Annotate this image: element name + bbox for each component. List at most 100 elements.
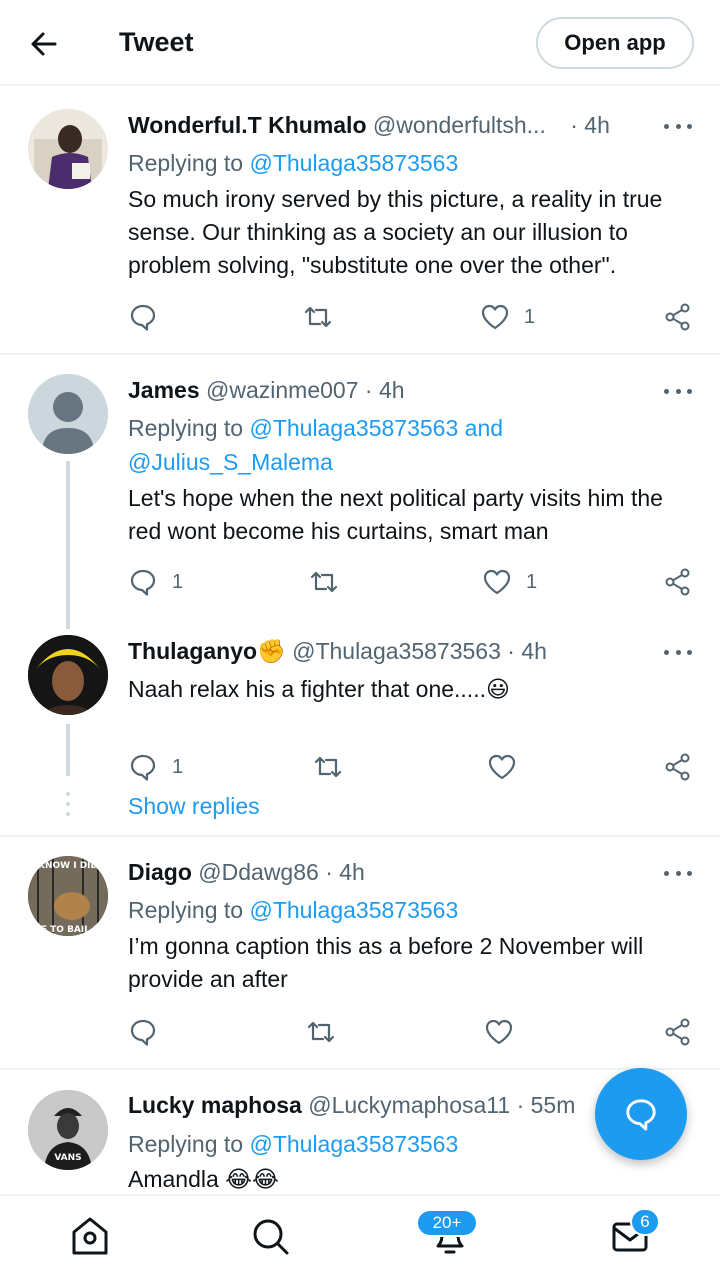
avatar[interactable]: KNOW I DID VE TO BAIL M — [28, 856, 108, 936]
avatar-photo: KNOW I DID VE TO BAIL M — [28, 856, 108, 936]
reply-icon — [130, 1019, 156, 1046]
like-count: 1 — [524, 305, 536, 328]
avatar[interactable] — [28, 109, 108, 189]
more-options-icon[interactable] — [664, 868, 692, 878]
tweet-diago[interactable]: KNOW I DID VE TO BAIL M Diago @Ddawg86 ·… — [0, 837, 720, 1068]
heart-icon — [488, 754, 516, 780]
avatar-photo — [28, 635, 108, 715]
more-options-icon[interactable] — [664, 647, 692, 657]
share-action[interactable] — [663, 1017, 693, 1047]
share-icon — [665, 753, 690, 781]
mention-link[interactable]: @Thulaga35873563 — [249, 150, 458, 176]
tweet-header: Thulaganyo✊ @Thulaga35873563 · 4h — [128, 638, 547, 665]
reply-count: 1 — [172, 570, 184, 593]
mention-link[interactable]: @Thulaga35873563 and — [249, 415, 503, 441]
user-handle[interactable]: @wazinme007 — [206, 377, 358, 403]
display-name[interactable]: Wonderful.T Khumalo — [128, 112, 367, 138]
smiley-emoji: 😃 — [485, 676, 510, 702]
compose-reply-button[interactable] — [595, 1068, 687, 1160]
replying-to-label: Replying to — [128, 1131, 250, 1157]
user-handle[interactable]: @wonderfultsh... — [373, 112, 546, 138]
share-action[interactable] — [663, 302, 693, 332]
thread-dots — [66, 792, 70, 822]
search-icon[interactable] — [250, 1214, 290, 1258]
tweet-text-body: Naah relax his a fighter that one..... — [128, 676, 486, 702]
show-replies-link[interactable]: Show replies — [128, 793, 260, 820]
shirt-text: VANS — [54, 1153, 81, 1163]
share-action[interactable] — [663, 567, 693, 597]
tweet-time: · 4h — [570, 112, 610, 138]
replying-to: Replying to @Thulaga35873563 — [128, 1127, 458, 1161]
tweet-text: I’m gonna caption this as a before 2 Nov… — [128, 933, 644, 992]
mention-link[interactable]: @Thulaga35873563 — [249, 1131, 458, 1157]
tweet-header: Diago @Ddawg86 · 4h — [128, 859, 365, 886]
display-name[interactable]: Lucky maphosa — [128, 1092, 302, 1118]
open-app-button[interactable]: Open app — [536, 17, 694, 69]
tweet-time: · 4h — [325, 859, 365, 885]
replying-to: Replying to @Thulaga35873563 and @Julius… — [128, 411, 503, 479]
reply-action[interactable]: 1 — [128, 752, 183, 782]
replying-to-label: Replying to — [128, 415, 250, 441]
page-title: Tweet — [119, 27, 194, 57]
laughing-emoji: 😂😂 — [225, 1166, 279, 1192]
like-action[interactable] — [487, 752, 517, 782]
like-action[interactable]: 1 — [482, 567, 537, 597]
avatar-photo: VANS — [28, 1090, 108, 1170]
display-name[interactable]: Thulaganyo — [128, 638, 257, 664]
retweet-action[interactable] — [306, 1017, 336, 1047]
reply-bubble-icon — [626, 1099, 656, 1131]
more-options-icon[interactable] — [664, 121, 692, 131]
retweet-icon — [304, 306, 332, 328]
display-name[interactable]: Diago — [128, 859, 192, 885]
like-count: 1 — [526, 570, 538, 593]
avatar-photo — [28, 109, 108, 189]
mention-link-2[interactable]: @Julius_S_Malema — [128, 449, 333, 475]
back-arrow-icon[interactable] — [28, 28, 60, 60]
user-handle[interactable]: @Ddawg86 — [198, 859, 319, 885]
tweet-time: · 4h — [507, 638, 547, 664]
reply-action[interactable]: 1 — [128, 567, 183, 597]
reply-icon — [130, 754, 156, 781]
bottom-nav: 20+ 6 — [0, 1194, 720, 1280]
avatar[interactable] — [28, 635, 108, 715]
messages-badge: 6 — [630, 1208, 660, 1236]
replying-to: Replying to @Thulaga35873563 — [128, 146, 458, 180]
like-action[interactable] — [484, 1017, 514, 1047]
tweet-header: James @wazinme007 · 4h — [128, 377, 405, 404]
tweet-thulaganyo[interactable]: Thulaganyo✊ @Thulaga35873563 · 4h Naah r… — [0, 613, 720, 783]
display-name[interactable]: James — [128, 377, 200, 403]
heart-icon — [485, 1019, 513, 1045]
avatar[interactable]: VANS — [28, 1090, 108, 1170]
like-action[interactable]: 1 — [480, 302, 535, 332]
home-icon[interactable] — [70, 1214, 110, 1258]
more-options-icon[interactable] — [664, 386, 692, 396]
retweet-action[interactable] — [303, 302, 333, 332]
user-handle[interactable]: @Luckymaphosa11 — [308, 1092, 510, 1118]
reply-icon — [130, 304, 156, 331]
tweet-header: Lucky maphosa @Luckymaphosa11 · 55m — [128, 1092, 575, 1119]
replying-to-label: Replying to — [128, 897, 250, 923]
thread-connector — [66, 724, 70, 776]
heart-icon — [481, 304, 509, 330]
share-icon — [665, 303, 690, 331]
avatar[interactable] — [28, 374, 108, 454]
tweet-text: Naah relax his a fighter that one.....😃 — [128, 673, 698, 706]
tweet-text: So much irony served by this picture, a … — [128, 186, 663, 278]
reply-action[interactable] — [128, 302, 158, 332]
retweet-action[interactable] — [309, 567, 339, 597]
share-action[interactable] — [663, 752, 693, 782]
retweet-action[interactable] — [313, 752, 343, 782]
share-icon — [665, 568, 690, 596]
reply-action[interactable] — [128, 1017, 158, 1047]
tweet-wonderful[interactable]: Wonderful.T Khumalo @wonderfultsh... · 4… — [0, 86, 720, 354]
top-bar: Tweet Open app — [0, 0, 720, 86]
user-handle[interactable]: @Thulaga35873563 — [292, 638, 501, 664]
meme-top-text: KNOW I DID — [38, 861, 98, 871]
mention-link[interactable]: @Thulaga35873563 — [249, 897, 458, 923]
tweet-text: Let's hope when the next political party… — [128, 485, 663, 544]
reply-count: 1 — [172, 755, 184, 778]
retweet-icon — [310, 571, 338, 593]
tweet-text: Amandla 😂😂 — [128, 1163, 698, 1194]
notifications-badge: 20+ — [416, 1209, 478, 1237]
tweet-james[interactable]: James @wazinme007 · 4h Replying to @Thul… — [0, 355, 720, 613]
